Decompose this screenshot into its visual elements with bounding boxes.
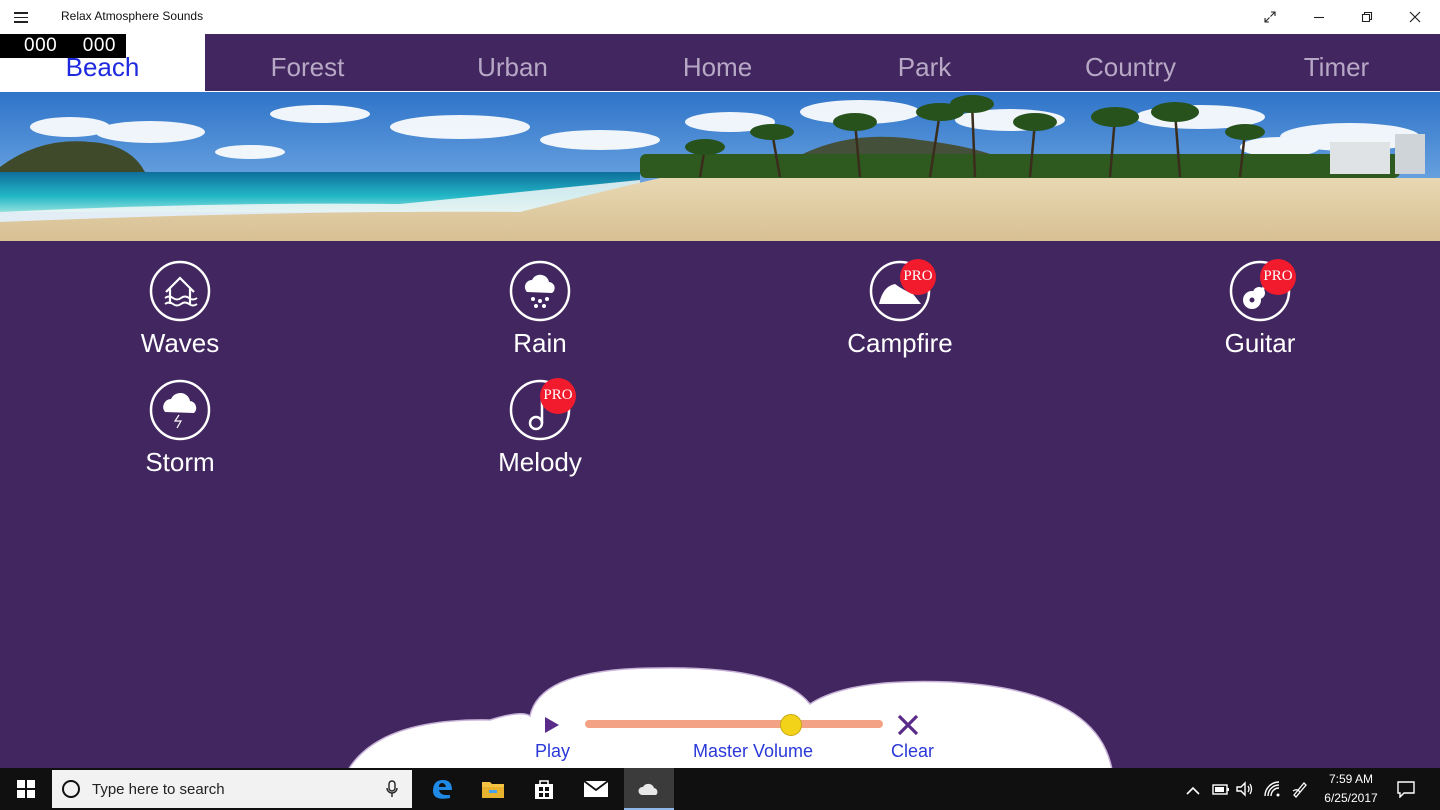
mail-icon bbox=[583, 780, 609, 797]
hamburger-menu-icon[interactable] bbox=[12, 9, 36, 25]
tab-home[interactable]: Home bbox=[615, 34, 820, 91]
sound-storm[interactable]: Storm bbox=[80, 379, 280, 478]
counter-right: 000 bbox=[82, 35, 116, 56]
sound-label: Melody bbox=[498, 447, 582, 477]
app-title: Relax Atmosphere Sounds bbox=[61, 9, 204, 23]
play-counter: 000 000 bbox=[0, 34, 126, 58]
play-label: Play bbox=[535, 741, 571, 761]
taskbar-mail[interactable] bbox=[572, 768, 620, 810]
windows-taskbar: Type here to search 7:59 AM 6/25/2017 bbox=[0, 768, 1440, 810]
title-bar: Relax Atmosphere Sounds bbox=[0, 0, 1440, 34]
close-button[interactable] bbox=[1392, 0, 1438, 34]
close-icon bbox=[1409, 11, 1421, 23]
sound-guitar[interactable]: PRO Guitar bbox=[1160, 259, 1360, 359]
edge-browser-icon bbox=[433, 780, 452, 799]
clear-x-icon bbox=[897, 714, 919, 736]
tab-country[interactable]: Country bbox=[1028, 34, 1233, 91]
sound-rain[interactable]: Rain bbox=[440, 260, 640, 359]
store-bag-icon bbox=[535, 780, 553, 799]
counter-left: 000 bbox=[24, 35, 58, 56]
sound-waves[interactable]: Waves bbox=[80, 260, 280, 359]
pro-badge: PRO bbox=[540, 378, 576, 414]
category-tab-bar: Beach Forest Urban Home Park Country Tim… bbox=[0, 34, 1440, 91]
cortana-icon bbox=[62, 780, 80, 798]
folder-icon bbox=[482, 782, 504, 798]
master-volume-label: Master Volume bbox=[693, 741, 814, 761]
sound-campfire[interactable]: PRO Campfire bbox=[800, 259, 1000, 359]
waves-icon bbox=[149, 260, 211, 322]
minimize-button[interactable] bbox=[1296, 0, 1342, 34]
system-clock[interactable]: 7:59 AM 6/25/2017 bbox=[1316, 770, 1386, 808]
taskbar-relax-app[interactable] bbox=[624, 768, 674, 810]
beach-panorama-image bbox=[0, 91, 1440, 241]
tab-urban[interactable]: Urban bbox=[410, 34, 615, 91]
play-icon bbox=[545, 717, 559, 733]
sound-label: Storm bbox=[145, 447, 215, 477]
taskbar-edge[interactable] bbox=[418, 768, 466, 810]
taskbar-file-explorer[interactable] bbox=[469, 768, 517, 810]
minimize-icon bbox=[1314, 16, 1324, 19]
restore-button[interactable] bbox=[1344, 0, 1390, 34]
sound-label: Rain bbox=[513, 328, 567, 358]
rain-icon bbox=[509, 260, 571, 322]
clear-button[interactable] bbox=[895, 712, 921, 738]
chevron-up-icon[interactable] bbox=[1186, 782, 1200, 800]
tab-forest[interactable]: Forest bbox=[205, 34, 410, 91]
clock-time: 7:59 AM bbox=[1328, 772, 1374, 786]
pro-badge: PRO bbox=[1260, 259, 1296, 295]
storm-icon bbox=[149, 379, 211, 441]
restore-icon bbox=[1361, 11, 1373, 23]
expand-icon bbox=[1264, 11, 1276, 23]
start-button[interactable] bbox=[2, 768, 50, 810]
cloud-app-icon bbox=[638, 783, 658, 795]
tab-park[interactable]: Park bbox=[822, 34, 1027, 91]
fullscreen-button[interactable] bbox=[1247, 0, 1293, 34]
clock-date: 6/25/2017 bbox=[1324, 791, 1378, 805]
clear-label: Clear bbox=[891, 741, 935, 761]
sound-label: Campfire bbox=[847, 328, 953, 358]
action-center-icon[interactable] bbox=[1396, 780, 1416, 798]
master-volume-slider[interactable] bbox=[585, 714, 883, 736]
sound-label: Guitar bbox=[1224, 328, 1296, 358]
taskbar-store[interactable] bbox=[520, 768, 568, 810]
volume-icon[interactable] bbox=[1235, 780, 1255, 798]
pen-workspace-icon[interactable] bbox=[1291, 780, 1309, 798]
windows-logo-icon bbox=[17, 780, 35, 798]
tab-timer[interactable]: Timer bbox=[1234, 34, 1439, 91]
taskbar-search-box[interactable]: Type here to search bbox=[52, 770, 412, 808]
sound-label: Waves bbox=[140, 328, 220, 358]
battery-icon[interactable] bbox=[1210, 780, 1230, 798]
pro-badge: PRO bbox=[900, 259, 936, 295]
app-window: Relax Atmosphere Sounds Beach Forest Urb… bbox=[0, 0, 1440, 810]
wifi-icon[interactable] bbox=[1263, 780, 1281, 798]
sound-melody[interactable]: PRO Melody bbox=[440, 378, 640, 478]
volume-thumb[interactable] bbox=[780, 714, 802, 736]
volume-track bbox=[585, 720, 883, 728]
search-placeholder: Type here to search bbox=[92, 780, 225, 798]
microphone-icon[interactable] bbox=[386, 780, 398, 798]
